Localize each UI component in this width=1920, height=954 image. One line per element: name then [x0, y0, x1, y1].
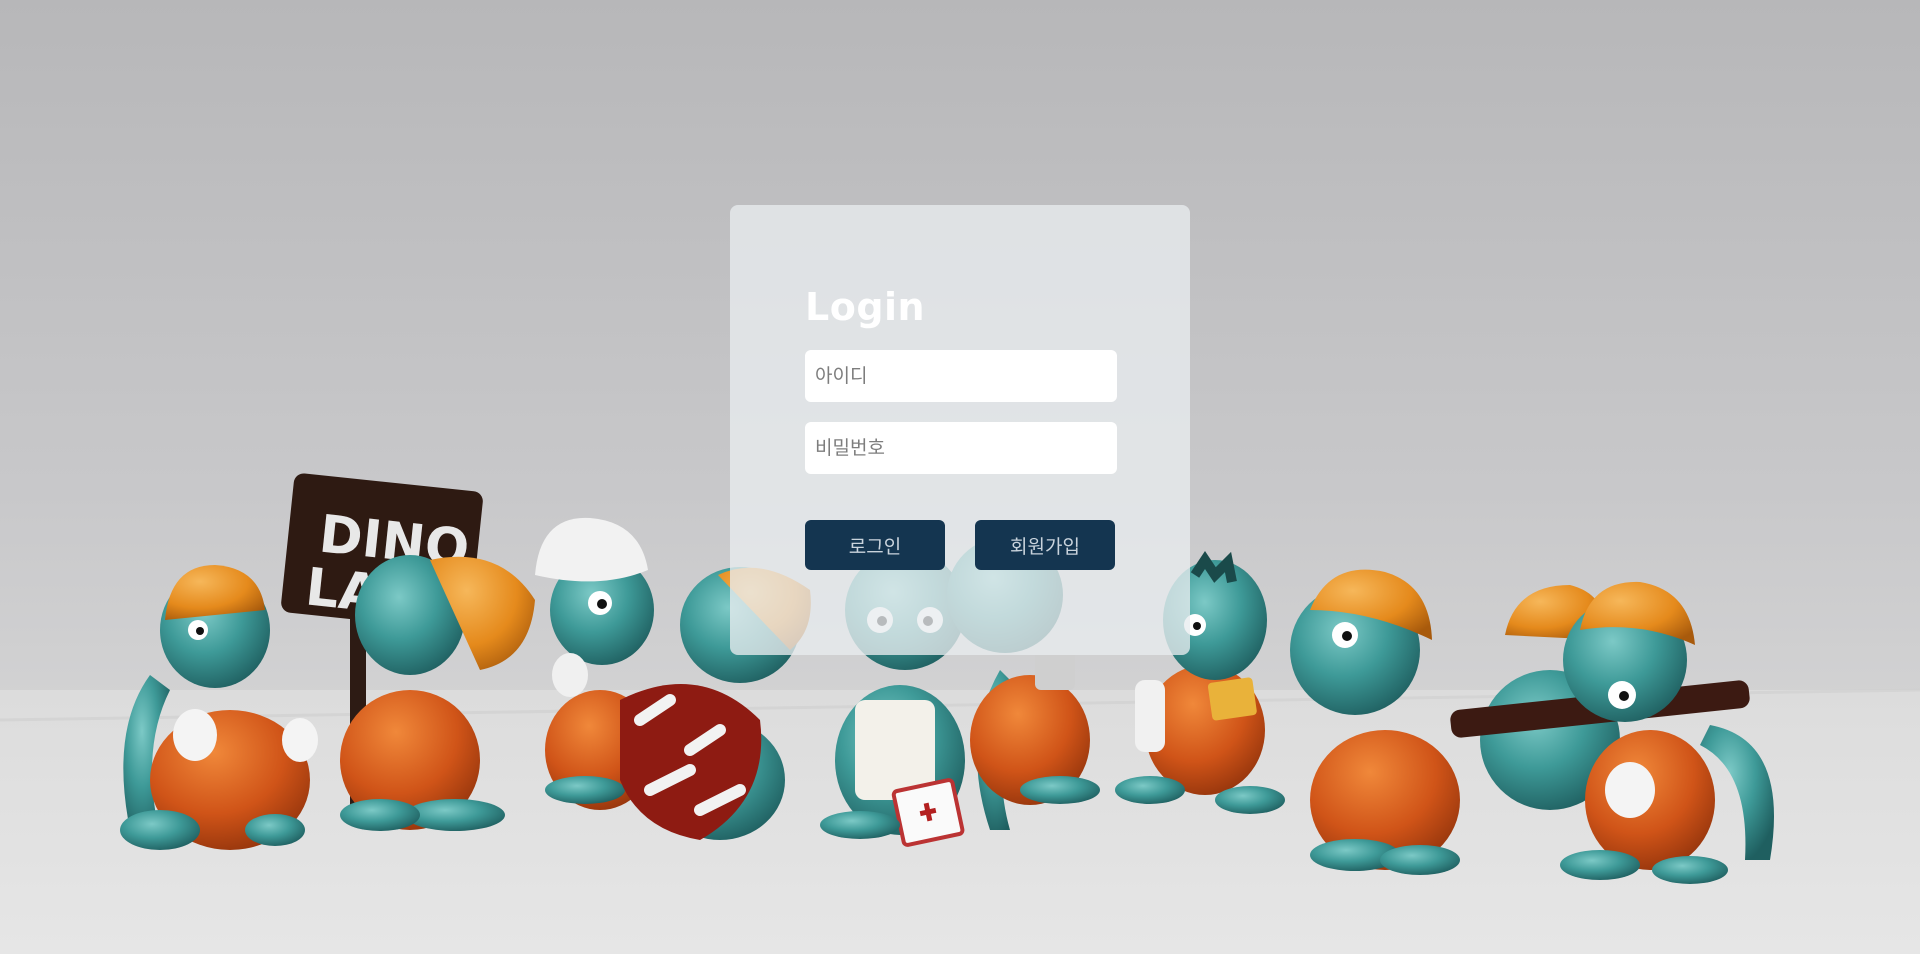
signup-button[interactable]: 회원가입 — [975, 520, 1115, 570]
login-title: Login — [805, 285, 926, 329]
login-button[interactable]: 로그인 — [805, 520, 945, 570]
login-page: DINO LAND — [0, 0, 1920, 954]
password-input[interactable] — [805, 422, 1117, 474]
login-card: Login 로그인 회원가입 — [730, 205, 1190, 655]
id-input[interactable] — [805, 350, 1117, 402]
